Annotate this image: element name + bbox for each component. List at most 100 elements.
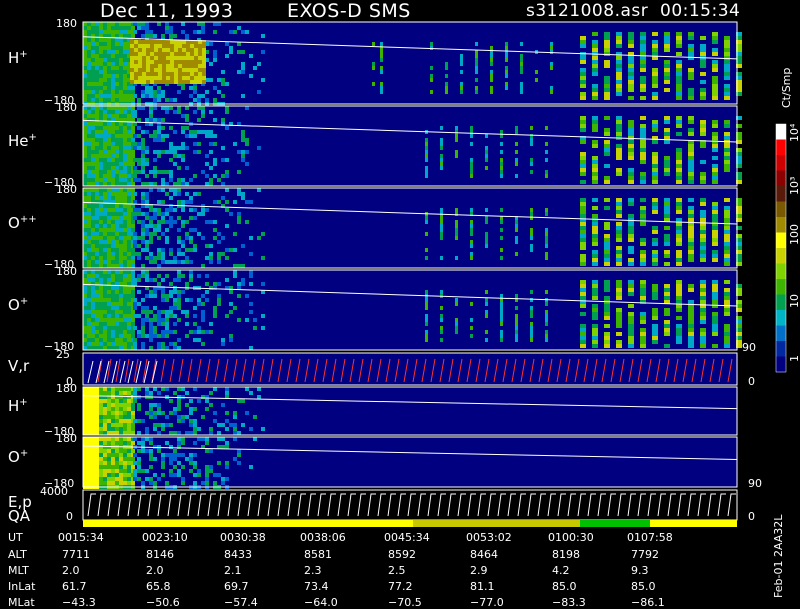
heat-cell	[111, 82, 115, 86]
heat-cell	[490, 58, 493, 62]
heat-cell	[107, 236, 111, 240]
heat-cell	[115, 208, 119, 212]
heat-cell	[515, 162, 518, 166]
heat-cell	[127, 278, 131, 282]
heat-cell	[676, 206, 682, 210]
heat-cell	[115, 419, 119, 423]
heat-cell	[676, 210, 682, 214]
heat-cell	[103, 252, 107, 256]
heat-cell	[193, 174, 197, 178]
heat-cell	[99, 411, 103, 415]
heat-cell	[169, 290, 173, 294]
heat-cell	[87, 26, 91, 30]
heat-cell	[103, 162, 107, 166]
heat-cell	[119, 264, 123, 268]
heat-cell	[91, 481, 95, 485]
heat-cell	[111, 318, 115, 322]
heat-cell	[153, 118, 157, 122]
heat-cell	[131, 182, 135, 186]
heat-cell	[83, 298, 87, 302]
panel-5	[82, 352, 738, 386]
heat-cell	[141, 346, 145, 350]
heat-cell	[173, 465, 177, 469]
heat-cell	[99, 270, 103, 274]
heat-cell	[127, 98, 131, 102]
heat-cell	[111, 54, 115, 58]
heat-cell	[724, 148, 730, 152]
heat-cell	[141, 150, 145, 154]
colorbar-tick-label: 10³	[788, 176, 800, 195]
heat-cell	[146, 44, 150, 48]
heat-cell	[380, 82, 383, 86]
heat-cell	[185, 260, 189, 264]
heat-cell	[107, 30, 111, 34]
heat-cell	[229, 302, 233, 306]
heat-cell	[181, 158, 185, 162]
heat-cell	[225, 256, 229, 260]
heat-cell	[127, 188, 131, 192]
heat-cell	[628, 68, 634, 72]
heat-cell	[440, 330, 443, 334]
heat-cell	[177, 248, 181, 252]
heat-cell	[470, 170, 473, 174]
heat-cell	[233, 264, 237, 268]
heat-cell	[173, 34, 177, 38]
heat-cell	[162, 68, 166, 72]
heat-cell	[185, 334, 189, 338]
heat-cell	[165, 182, 169, 186]
heat-cell	[157, 94, 161, 98]
heat-cell	[119, 248, 123, 252]
heat-cell	[253, 326, 257, 330]
heat-cell	[237, 264, 241, 268]
heat-cell	[157, 342, 161, 346]
heat-cell	[700, 312, 706, 316]
heat-cell	[700, 172, 706, 176]
heat-cell	[157, 236, 161, 240]
heat-cell	[103, 30, 107, 34]
heat-cell	[149, 477, 153, 481]
heat-cell	[604, 280, 610, 284]
heat-cell	[604, 304, 610, 308]
heat-cell	[455, 330, 458, 334]
heat-cell	[616, 332, 622, 336]
heat-cell	[95, 58, 99, 62]
heat-cell	[99, 204, 103, 208]
heat-cell	[170, 60, 174, 64]
heat-cell	[530, 290, 533, 294]
heat-cell	[616, 80, 622, 84]
heat-cell	[580, 152, 586, 156]
heat-cell	[545, 170, 548, 174]
heat-cell	[425, 138, 428, 142]
heat-cell	[616, 250, 622, 254]
heat-cell	[169, 461, 173, 465]
heat-cell	[475, 58, 478, 62]
heat-cell	[95, 469, 99, 473]
heat-cell	[123, 256, 127, 260]
heat-cell	[111, 252, 115, 256]
heat-cell	[380, 42, 383, 46]
heat-cell	[700, 234, 706, 238]
heat-cell	[95, 322, 99, 326]
heat-cell	[123, 26, 127, 30]
heat-cell	[233, 232, 237, 236]
heat-cell	[237, 150, 241, 154]
heat-cell	[724, 332, 730, 336]
heat-cell	[712, 176, 718, 180]
heat-cell	[115, 270, 119, 274]
heat-cell	[95, 461, 99, 465]
heat-cell	[99, 236, 103, 240]
heat-cell	[153, 224, 157, 228]
heat-cell	[688, 320, 694, 324]
heat-cell	[688, 176, 694, 180]
heat-cell	[95, 134, 99, 138]
right-axis-bottom-label: 90	[748, 477, 762, 490]
heat-cell	[111, 142, 115, 146]
heat-cell	[455, 256, 458, 260]
right-axis-bottom-label: 0	[748, 510, 755, 523]
heat-cell	[233, 200, 237, 204]
heat-cell	[137, 22, 141, 26]
heat-cell	[111, 244, 115, 248]
heat-cell	[127, 415, 131, 419]
heat-cell	[103, 264, 107, 268]
heat-cell	[169, 399, 173, 403]
